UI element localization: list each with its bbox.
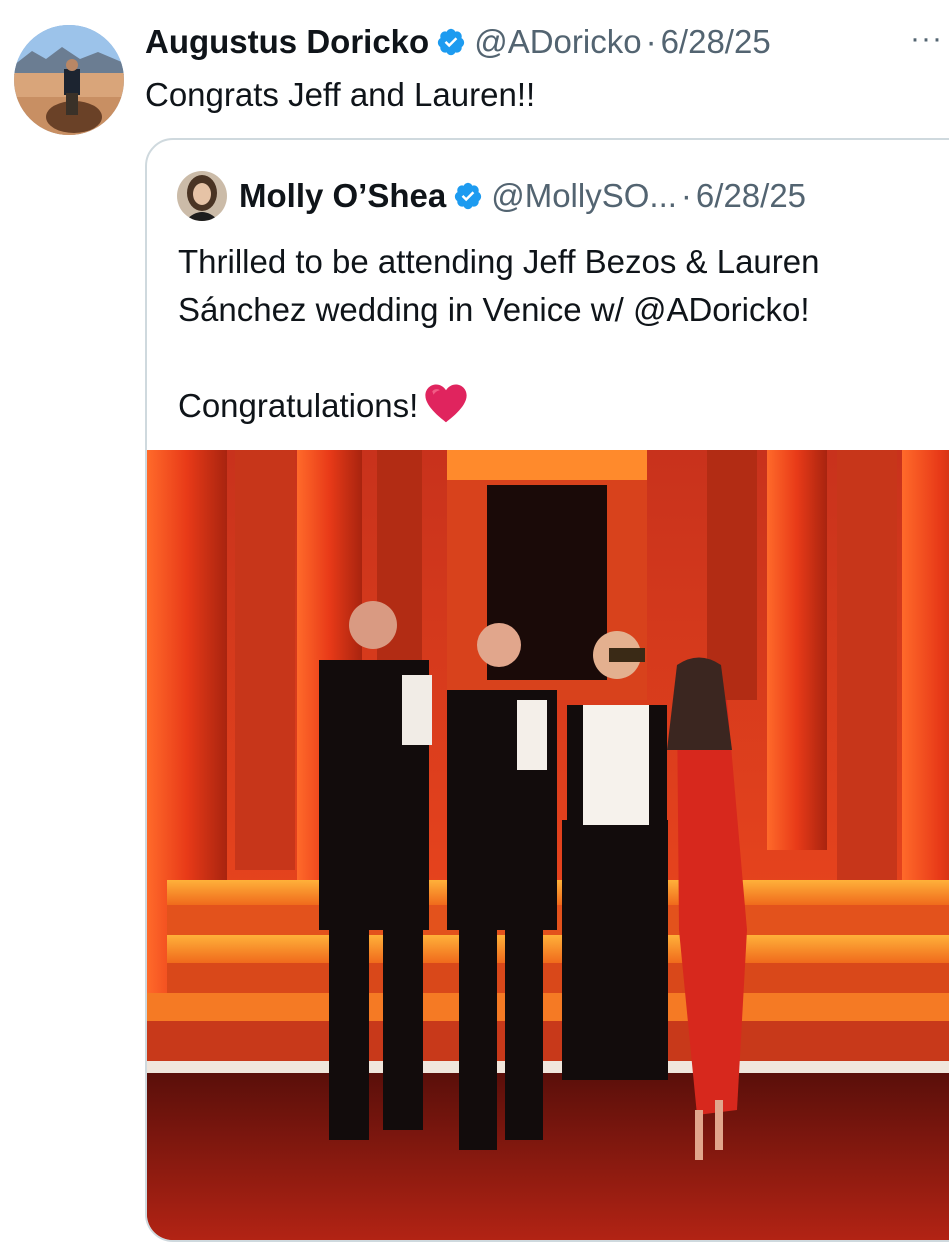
verified-badge-icon bbox=[438, 28, 465, 56]
quoted-author-name[interactable]: Molly O’Shea bbox=[239, 176, 446, 216]
tweet-text: Congrats Jeff and Lauren!! bbox=[145, 76, 536, 113]
verified-badge-icon bbox=[455, 182, 482, 210]
author-handle[interactable]: @ADoricko bbox=[474, 22, 641, 62]
red-heart-icon bbox=[425, 384, 467, 423]
author-avatar[interactable] bbox=[14, 25, 124, 135]
quoted-author-handle[interactable]: @MollySO... bbox=[491, 176, 677, 216]
quoted-text-line-1: Thrilled to be attending Jeff Bezos & La… bbox=[178, 243, 820, 280]
quoted-text-line-3: Congratulations! bbox=[178, 382, 938, 430]
quoted-tweet-date[interactable]: 6/28/25 bbox=[696, 176, 806, 216]
separator-dot: · bbox=[680, 177, 692, 214]
quoted-tweet-text: Thrilled to be attending Jeff Bezos & La… bbox=[178, 238, 938, 430]
wedding-photo[interactable] bbox=[147, 450, 949, 1240]
separator-dot: · bbox=[645, 23, 657, 60]
more-options-icon[interactable]: ··· bbox=[910, 22, 943, 56]
quoted-tweet[interactable]: Molly O’Shea @MollySO... · 6/28/25 Thril… bbox=[145, 138, 949, 1242]
tweet-date[interactable]: 6/28/25 bbox=[661, 22, 771, 62]
congratulations-text: Congratulations! bbox=[178, 387, 419, 424]
quoted-text-line-2: Sánchez wedding in Venice w/ @ADoricko! bbox=[178, 291, 810, 328]
tweet[interactable]: Augustus Doricko @ADoricko · 6/28/25 ···… bbox=[0, 0, 949, 1242]
quoted-author-avatar[interactable] bbox=[177, 171, 227, 221]
tweet-header: Augustus Doricko @ADoricko · 6/28/25 bbox=[145, 22, 771, 62]
author-name[interactable]: Augustus Doricko bbox=[145, 22, 429, 62]
quoted-tweet-header: Molly O’Shea @MollySO... · 6/28/25 bbox=[239, 176, 806, 216]
